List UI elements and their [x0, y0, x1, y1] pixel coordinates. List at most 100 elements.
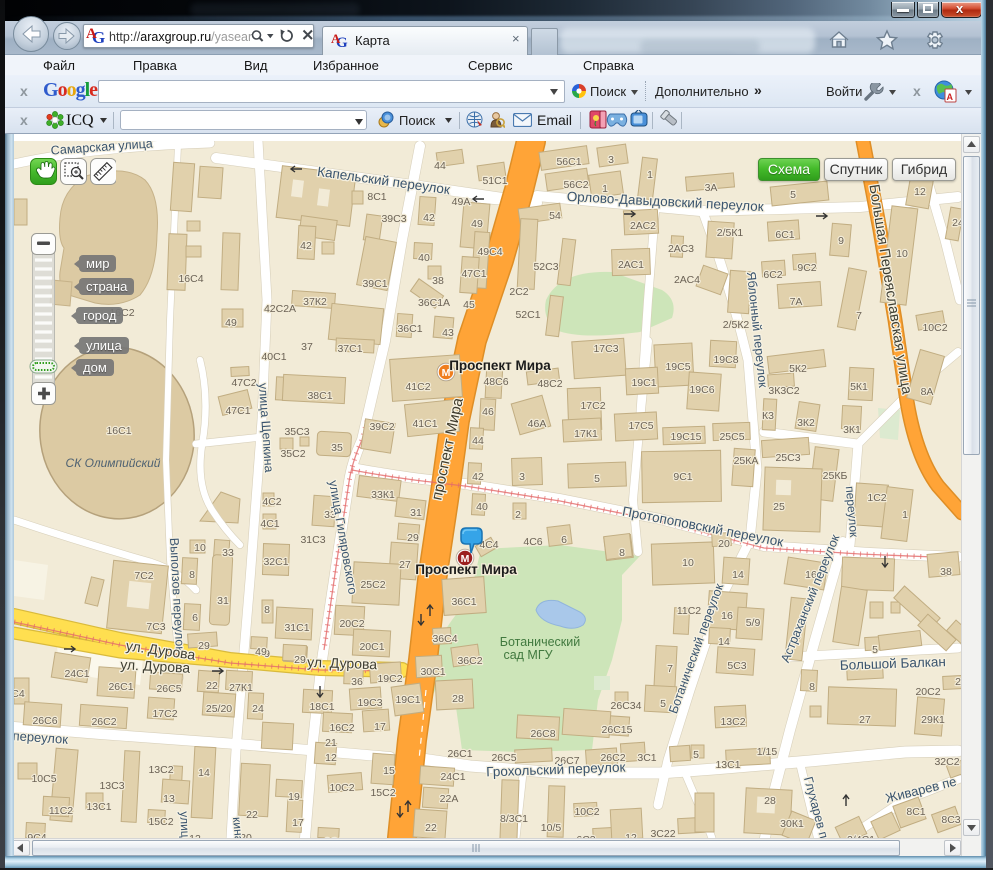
- svg-text:12: 12: [325, 752, 337, 764]
- svg-text:6: 6: [561, 534, 567, 546]
- svg-text:19С15: 19С15: [671, 431, 702, 443]
- svg-text:17К1: 17К1: [574, 428, 598, 440]
- svg-text:27: 27: [859, 714, 871, 726]
- svg-text:3К3С2: 3К3С2: [768, 385, 799, 397]
- svg-text:22: 22: [425, 822, 437, 834]
- svg-text:35С3: 35С3: [284, 426, 309, 438]
- svg-text:10С5: 10С5: [31, 773, 56, 785]
- svg-text:31С1: 31С1: [284, 622, 309, 634]
- svg-text:31С3: 31С3: [300, 534, 325, 546]
- svg-text:35: 35: [331, 442, 343, 454]
- svg-text:31: 31: [410, 507, 422, 519]
- svg-text:A: A: [86, 26, 97, 42]
- svg-text:5: 5: [660, 698, 666, 710]
- svg-text:13С2: 13С2: [720, 716, 745, 728]
- svg-text:48С2: 48С2: [537, 378, 562, 390]
- svg-text:27: 27: [399, 559, 411, 571]
- svg-text:47С1: 47С1: [225, 405, 250, 417]
- svg-text:8: 8: [809, 681, 815, 693]
- svg-text:47С1: 47С1: [461, 268, 486, 280]
- svg-text:37С1: 37С1: [337, 343, 362, 355]
- svg-text:17С2: 17С2: [580, 400, 605, 412]
- svg-text:16С1: 16С1: [106, 425, 131, 437]
- svg-text:A: A: [331, 32, 341, 46]
- svg-text:3С1: 3С1: [637, 752, 656, 764]
- svg-text:8: 8: [189, 569, 195, 581]
- svg-text:28: 28: [452, 693, 464, 705]
- svg-text:25КА: 25КА: [734, 455, 759, 467]
- svg-text:51С1: 51С1: [482, 175, 507, 187]
- svg-text:36С1А: 36С1А: [418, 297, 450, 309]
- svg-text:26С2: 26С2: [91, 716, 116, 728]
- svg-text:2АС1: 2АС1: [618, 259, 644, 271]
- svg-text:7: 7: [856, 310, 862, 322]
- svg-text:39С2: 39С2: [369, 421, 394, 433]
- svg-text:9С1: 9С1: [673, 471, 692, 483]
- svg-text:17: 17: [292, 817, 304, 829]
- svg-text:30С1: 30С1: [420, 666, 445, 678]
- svg-text:2АС3: 2АС3: [668, 243, 694, 255]
- svg-text:41С2: 41С2: [405, 381, 430, 393]
- svg-text:2: 2: [515, 509, 521, 521]
- svg-text:24С1: 24С1: [440, 771, 465, 783]
- svg-text:21: 21: [325, 737, 337, 749]
- svg-text:16: 16: [721, 610, 733, 622]
- svg-text:38: 38: [432, 275, 444, 287]
- svg-text:29: 29: [407, 532, 419, 544]
- svg-text:3К1: 3К1: [843, 424, 861, 436]
- svg-text:26С6: 26С6: [32, 715, 57, 727]
- svg-text:10С2: 10С2: [574, 806, 599, 818]
- svg-text:26С5: 26С5: [156, 683, 181, 695]
- svg-text:40: 40: [418, 252, 430, 264]
- svg-text:25КБ: 25КБ: [823, 470, 848, 482]
- svg-text:19С2: 19С2: [377, 673, 402, 685]
- svg-text:3: 3: [608, 154, 614, 166]
- svg-text:ул. Дурова: ул. Дурова: [307, 654, 378, 672]
- svg-text:52С3: 52С3: [533, 261, 558, 273]
- svg-text:6С1: 6С1: [775, 229, 794, 241]
- svg-text:9С2: 9С2: [797, 262, 816, 274]
- svg-text:19С3: 19С3: [357, 697, 382, 709]
- svg-text:17С5: 17С5: [628, 420, 653, 432]
- svg-text:49: 49: [225, 317, 237, 329]
- svg-text:13С3: 13С3: [99, 780, 124, 792]
- svg-text:4С6: 4С6: [523, 536, 542, 548]
- svg-text:43: 43: [442, 327, 454, 339]
- svg-text:3: 3: [519, 471, 525, 483]
- svg-text:25: 25: [773, 501, 785, 513]
- svg-text:4С1: 4С1: [260, 518, 279, 530]
- svg-text:17С2: 17С2: [152, 708, 177, 720]
- svg-text:19: 19: [288, 791, 300, 803]
- svg-text:33К1: 33К1: [371, 489, 395, 501]
- svg-text:40С1: 40С1: [261, 351, 286, 363]
- svg-text:СК Олимпийский: СК Олимпийский: [66, 456, 161, 470]
- svg-text:15С2: 15С2: [370, 787, 395, 799]
- svg-text:36С1: 36С1: [397, 323, 422, 335]
- svg-text:41С1: 41С1: [412, 418, 437, 430]
- svg-text:улица: улица: [177, 811, 193, 838]
- svg-text:2/5К1: 2/5К1: [717, 227, 744, 239]
- svg-text:19С1: 19С1: [631, 377, 656, 389]
- svg-text:26С1: 26С1: [108, 681, 133, 693]
- svg-text:16С4: 16С4: [178, 273, 203, 285]
- svg-text:33: 33: [222, 547, 234, 559]
- svg-text:46: 46: [482, 406, 494, 418]
- svg-text:38С1: 38С1: [307, 390, 332, 402]
- svg-text:31: 31: [217, 595, 229, 607]
- svg-text:22: 22: [246, 809, 258, 821]
- svg-text:3А: 3А: [705, 182, 718, 194]
- svg-text:10: 10: [682, 557, 694, 569]
- svg-text:27К1: 27К1: [229, 682, 253, 694]
- svg-text:Проспект Мира: Проспект Мира: [449, 358, 551, 373]
- svg-text:6С2: 6С2: [763, 269, 782, 281]
- svg-text:10С2: 10С2: [329, 782, 354, 794]
- svg-text:45: 45: [463, 299, 475, 311]
- svg-text:14: 14: [732, 569, 744, 581]
- svg-text:37: 37: [301, 341, 313, 353]
- svg-text:49: 49: [471, 218, 483, 230]
- svg-text:44: 44: [434, 160, 446, 172]
- svg-text:42: 42: [300, 240, 312, 252]
- svg-text:29: 29: [198, 640, 210, 652]
- svg-text:35С2: 35С2: [280, 448, 305, 460]
- svg-text:1С2: 1С2: [867, 492, 886, 504]
